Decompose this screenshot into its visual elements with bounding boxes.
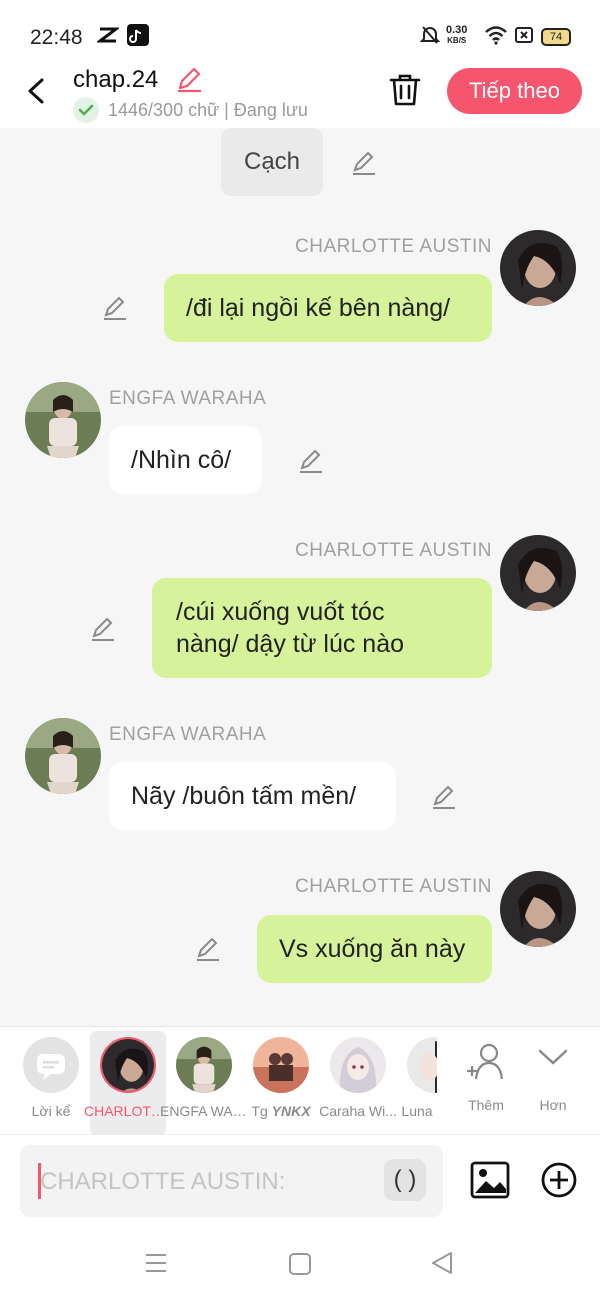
avatar-charlotte — [100, 1037, 156, 1093]
speaker-name: CHARLOTTE AUSTIN — [295, 876, 492, 897]
edit-pencil-icon[interactable] — [350, 149, 378, 177]
edit-title-icon[interactable] — [174, 64, 204, 94]
speaker-name: CHARLOTTE AUSTIN — [295, 236, 492, 257]
more-characters-button[interactable]: Hơn — [515, 1027, 591, 1131]
label-bold: YNKX — [271, 1103, 311, 1119]
add-character-button[interactable]: Thêm — [448, 1027, 524, 1131]
character-charlotte[interactable]: CHARLOTTE AUSTIN — [84, 1031, 172, 1135]
saved-check-icon — [73, 97, 99, 123]
character-label: Lời kể — [31, 1103, 71, 1119]
back-triangle-icon[interactable] — [430, 1250, 454, 1276]
chevron-down-icon — [538, 1049, 568, 1065]
status-time: 22:48 — [30, 26, 83, 49]
avatar-charlotte[interactable] — [500, 535, 576, 611]
tiktok-icon — [127, 24, 149, 46]
avatar-engfa[interactable] — [25, 382, 101, 458]
message-bubble[interactable]: /cúi xuống vuốt tóc nàng/ dậy từ lúc nào — [152, 578, 492, 678]
message-bubble[interactable]: Nãy /buôn tấm mền/ — [109, 762, 396, 830]
back-arrow-icon[interactable] — [20, 74, 54, 108]
trash-icon[interactable] — [388, 72, 422, 108]
avatar-charlotte[interactable] — [500, 871, 576, 947]
chapter-title: chap.24 — [73, 66, 159, 93]
message-bubble[interactable]: Vs xuống ăn này — [257, 915, 492, 983]
image-icon[interactable] — [470, 1161, 510, 1199]
message-input[interactable] — [38, 1145, 382, 1219]
action-bracket-button[interactable]: ( ) — [384, 1159, 426, 1201]
edit-pencil-icon[interactable] — [101, 294, 129, 322]
avatar-caraha — [330, 1037, 386, 1093]
character-label: Tg YNKX — [237, 1103, 325, 1119]
character-narration[interactable]: Lời kể — [13, 1027, 89, 1131]
battery-indicator: 74 — [541, 28, 571, 46]
speed-unit: KB/S — [447, 36, 467, 45]
character-tg-ynkx[interactable]: Tg YNKX — [243, 1027, 319, 1131]
narration-icon — [23, 1037, 79, 1093]
edit-pencil-icon[interactable] — [194, 935, 222, 963]
message-line: nàng/ dậy từ lúc nào — [176, 630, 405, 658]
speaker-name: CHARLOTTE AUSTIN — [295, 540, 492, 561]
menu-icon[interactable] — [144, 1252, 168, 1274]
editor-header: chap.24 1446/300 chữ | Đang lưu Tiếp the… — [0, 60, 600, 128]
home-icon[interactable] — [288, 1252, 312, 1276]
edit-pencil-icon[interactable] — [297, 447, 325, 475]
avatar-engfa — [176, 1037, 232, 1093]
message-bubble[interactable]: /Nhìn cô/ — [109, 426, 262, 494]
character-label: CHARLOTTE AUSTIN — [84, 1103, 172, 1119]
character-label: ENGFA WARAHA — [160, 1103, 248, 1119]
compose-bar: ( ) — [0, 1134, 600, 1229]
capcut-icon — [97, 27, 119, 43]
character-luna[interactable]: Luna — [397, 1027, 437, 1131]
edit-pencil-icon[interactable] — [430, 783, 458, 811]
next-button[interactable]: Tiếp theo — [447, 68, 582, 114]
status-bar: 22:48 0.30 KB/S 74 — [0, 0, 600, 60]
add-person-icon — [467, 1043, 504, 1080]
speaker-name: ENGFA WARAHA — [109, 724, 267, 745]
narration-item[interactable]: Cạch — [221, 128, 323, 196]
word-count-status: 1446/300 chữ | Đang lưu — [108, 100, 308, 120]
character-label: Hơn — [539, 1097, 567, 1113]
mute-bell-icon — [420, 26, 440, 44]
message-line: /cúi xuống vuốt tóc — [176, 598, 385, 626]
speaker-name: ENGFA WARAHA — [109, 388, 267, 409]
character-label: Luna — [401, 1103, 433, 1119]
avatar-luna — [407, 1037, 437, 1093]
character-engfa[interactable]: ENGFA WARAHA — [160, 1027, 248, 1131]
wifi-icon — [485, 26, 507, 45]
system-nav-bar — [0, 1228, 600, 1300]
avatar-tg-ynkx — [253, 1037, 309, 1093]
add-circle-icon[interactable] — [540, 1161, 578, 1199]
close-box-icon — [515, 27, 533, 43]
character-selector: Lời kể CHARLOTTE AUSTIN ENGFA WARAHA Tg … — [0, 1026, 600, 1135]
character-caraha[interactable]: Caraha Wi... — [319, 1027, 397, 1131]
speed-value: 0.30 — [446, 24, 468, 36]
avatar-engfa[interactable] — [25, 718, 101, 794]
character-label: Caraha Wi... — [319, 1103, 397, 1119]
label-prefix: Tg — [251, 1103, 268, 1119]
avatar-charlotte[interactable] — [500, 230, 576, 306]
edit-pencil-icon[interactable] — [89, 615, 117, 643]
message-input-box[interactable]: ( ) — [20, 1145, 443, 1219]
network-speed: 0.30 KB/S — [446, 25, 467, 46]
message-bubble[interactable]: /đi lại ngồi kế bên nàng/ — [164, 274, 492, 342]
